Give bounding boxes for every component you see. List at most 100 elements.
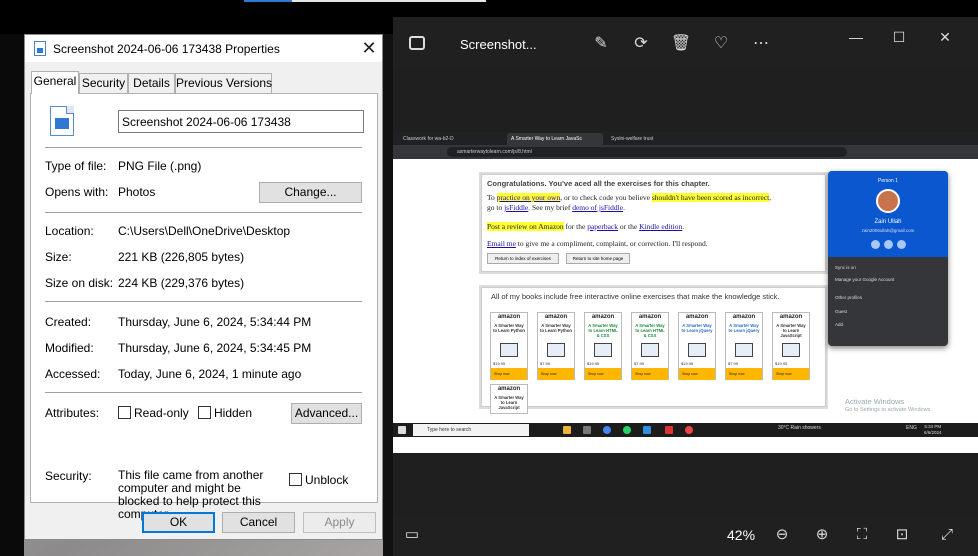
- zoom-level: 42%: [727, 527, 756, 543]
- type-value: PNG File (.png): [118, 159, 202, 173]
- browser-tab[interactable]: Classwork for wa-b2-D: [399, 133, 505, 145]
- browser-tab-active[interactable]: A Smarter Way to Learn JavaSc: [507, 133, 603, 145]
- other-profiles-label: Other profiles: [835, 295, 863, 300]
- unblock-label: Unblock: [305, 473, 349, 487]
- filmstrip-icon[interactable]: ▭: [401, 524, 423, 546]
- profile-name: Zain Ullah: [874, 219, 902, 225]
- size-value: 221 KB (226,805 bytes): [118, 250, 245, 264]
- maximize-icon[interactable]: ☐: [887, 25, 911, 49]
- hidden-checkbox[interactable]: [198, 406, 211, 419]
- tab-security[interactable]: Security: [79, 73, 128, 93]
- minimize-icon[interactable]: —: [844, 25, 868, 49]
- advanced-button[interactable]: Advanced...: [291, 403, 362, 424]
- tab-previous-versions[interactable]: Previous Versions: [175, 73, 272, 93]
- unblock-checkbox[interactable]: [289, 473, 302, 486]
- congrats-card: Congratulations. You've aced all the exe…: [481, 174, 826, 272]
- divider: [45, 301, 362, 302]
- return-home-button[interactable]: Return to site home page: [566, 253, 630, 264]
- weather-status[interactable]: 30°C Rain showers: [778, 425, 821, 431]
- sync-status[interactable]: Sync is on: [835, 265, 856, 270]
- viewer-title: Screenshot...: [460, 37, 537, 52]
- zoom-out-icon[interactable]: ⊖: [771, 524, 793, 546]
- dialog-title: Screenshot 2024-06-06 173438 Properties: [53, 42, 280, 56]
- edit-icon[interactable]: ✎: [590, 33, 612, 55]
- created-value: Thursday, June 6, 2024, 5:34:44 PM: [118, 315, 312, 329]
- fit-icon[interactable]: ⛶: [851, 524, 873, 546]
- browser-tab[interactable]: Syslni-welfare trust: [607, 133, 703, 145]
- profile-header: Person 1: [877, 178, 898, 184]
- image-icon[interactable]: [409, 36, 425, 50]
- modified-value: Thursday, June 6, 2024, 5:34:45 PM: [118, 341, 312, 355]
- app-icon[interactable]: [583, 426, 591, 434]
- book-ad[interactable]: amazon A Smarter Way to Learn Python $7.99…: [537, 312, 575, 380]
- activate-windows-watermark: Activate Windows Go to Settings to activ…: [845, 397, 932, 413]
- fullscreen-icon[interactable]: ⤢: [936, 524, 958, 546]
- viewer-bottom-bar: ▭ 42% ⊖ ⊕ ⛶ ⊡ ⤢: [393, 515, 978, 556]
- actual-size-icon[interactable]: ⊡: [891, 524, 913, 546]
- general-panel: Type of file: PNG File (.png) Opens with…: [30, 93, 378, 521]
- divider: [45, 212, 362, 213]
- start-icon[interactable]: [398, 426, 406, 434]
- explorer-icon[interactable]: [563, 426, 571, 434]
- cancel-button[interactable]: Cancel: [222, 512, 295, 533]
- close-icon[interactable]: ✕: [358, 37, 380, 59]
- rotate-icon[interactable]: ⟳: [630, 33, 652, 55]
- avatar: [876, 189, 900, 213]
- tab-details[interactable]: Details: [128, 73, 175, 93]
- whatsapp-icon[interactable]: [623, 426, 631, 434]
- size-on-disk-label: Size on disk:: [45, 276, 114, 290]
- add-profile[interactable]: Add: [835, 322, 843, 327]
- language-indicator[interactable]: ENG: [906, 425, 917, 431]
- close-icon[interactable]: ✕: [933, 25, 957, 49]
- guest-profile[interactable]: Guest: [835, 309, 847, 314]
- book-ad[interactable]: amazon A Smarter Way to Learn HTML & CSS $…: [584, 312, 622, 380]
- taskbar-search[interactable]: Type here to search: [413, 424, 529, 436]
- file-name-input[interactable]: [118, 110, 364, 133]
- readonly-label: Read-only: [134, 406, 189, 420]
- divider: [45, 392, 362, 393]
- windows-taskbar: Type here to search 30°C Rain showers EN…: [393, 423, 978, 437]
- chrome-icon[interactable]: [603, 426, 611, 434]
- more-icon[interactable]: ⋯: [750, 33, 772, 55]
- return-index-button[interactable]: Return to index of exercises: [487, 253, 559, 264]
- accessed-value: Today, June 6, 2024, 1 minute ago: [118, 367, 302, 381]
- book-ad[interactable]: amazon A Smarter Way to Learn jQuery $19.9…: [678, 312, 716, 380]
- url-field[interactable]: asmarterwaytolearn.com/js/8.html: [447, 147, 847, 157]
- tab-general[interactable]: General: [31, 71, 79, 94]
- hidden-label: Hidden: [214, 406, 253, 420]
- vscode-icon[interactable]: [643, 426, 651, 434]
- size-on-disk-value: 224 KB (229,376 bytes): [118, 276, 245, 290]
- favorite-icon[interactable]: ♡: [710, 33, 732, 55]
- pdf-icon[interactable]: [665, 426, 673, 434]
- web-page: Congratulations. You've aced all the exe…: [393, 159, 978, 423]
- modified-label: Modified:: [45, 341, 94, 355]
- book-ad[interactable]: amazon A Smarter Way to Learn jQuery $7.99…: [725, 312, 763, 380]
- profile-actions[interactable]: [869, 238, 909, 249]
- apply-button[interactable]: Apply: [303, 512, 376, 533]
- taskbar-strip: [292, 0, 486, 2]
- change-button[interactable]: Change...: [259, 182, 362, 203]
- jsfiddle-line: go to jsFiddle. See my brief demo of jsF…: [487, 203, 625, 212]
- security-label: Security:: [45, 469, 92, 483]
- book-ad[interactable]: amazon A Smarter Way to Learn Python $19.9…: [490, 312, 528, 380]
- clock[interactable]: 5:34 PM 6/6/2024: [924, 424, 942, 436]
- delete-icon[interactable]: 🗑: [670, 33, 692, 55]
- displayed-screenshot: Classwork for wa-b2-D A Smarter Way to L…: [393, 132, 978, 453]
- book-ad[interactable]: amazon A Smarter Way to Learn JavaScript: [490, 384, 528, 414]
- opens-label: Opens with:: [45, 185, 109, 199]
- books-card: All of my books include free interactive…: [481, 287, 826, 414]
- image-canvas[interactable]: Classwork for wa-b2-D A Smarter Way to L…: [393, 69, 978, 515]
- ok-button[interactable]: OK: [142, 512, 215, 533]
- manage-account-link[interactable]: Manage your Google Account: [835, 277, 894, 282]
- readonly-checkbox[interactable]: [118, 406, 131, 419]
- books-heading: All of my books include free interactive…: [491, 292, 780, 301]
- desktop-left-strip: [0, 34, 24, 556]
- properties-dialog: Screenshot 2024-06-06 173438 Properties …: [24, 34, 383, 540]
- zoom-in-icon[interactable]: ⊕: [811, 524, 833, 546]
- book-ad[interactable]: amazon A Smarter Way to Learn JavaScript $…: [772, 312, 810, 380]
- size-label: Size:: [45, 250, 72, 264]
- book-ad[interactable]: amazon A Smarter Way to Learn HTML & CSS $…: [631, 312, 669, 380]
- photos-viewer-window: Screenshot... ✎ ⟳ 🗑 ♡ ⋯ — ☐ ✕ Classwork …: [393, 17, 978, 556]
- browser-tab-bar: Classwork for wa-b2-D A Smarter Way to L…: [393, 132, 978, 145]
- app-icon[interactable]: [685, 426, 693, 434]
